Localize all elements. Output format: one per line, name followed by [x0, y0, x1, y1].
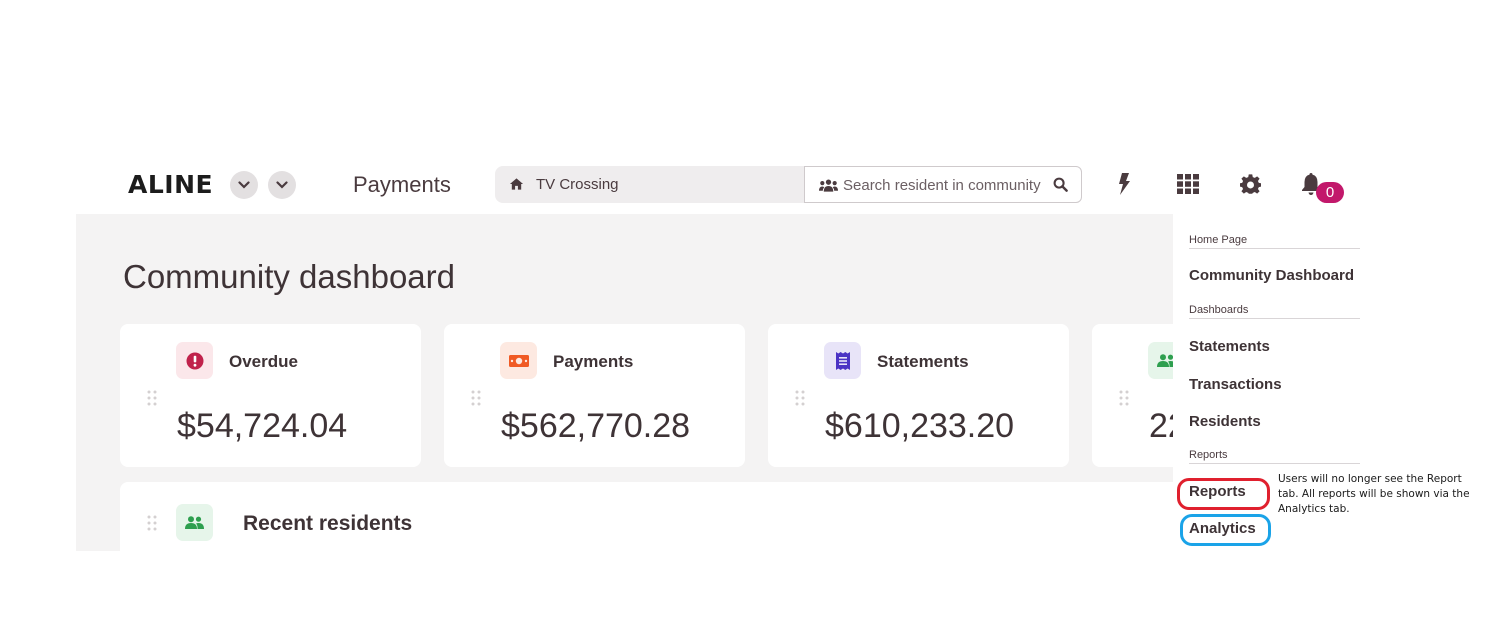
statements-card[interactable]: Statements $610,233.20	[768, 324, 1069, 467]
resident-search-input[interactable]: Search resident in community	[804, 166, 1082, 203]
collapse-chevron-button[interactable]	[230, 171, 258, 199]
home-icon	[509, 178, 524, 190]
users-icon	[185, 516, 204, 529]
residents-value: 22	[1149, 407, 1176, 445]
recent-residents-icon-box	[176, 504, 213, 541]
app-logo: ALINE	[128, 170, 214, 199]
page-title: Payments	[353, 172, 451, 197]
gear-icon[interactable]	[1240, 174, 1261, 195]
payments-value: $562,770.28	[501, 407, 691, 445]
menu-item-residents[interactable]: Residents	[1189, 413, 1261, 430]
menu-section-dashboards: Dashboards	[1189, 304, 1249, 316]
money-bill-icon	[508, 354, 529, 367]
reports-highlight-ring	[1177, 478, 1270, 510]
search-placeholder: Search resident in community	[843, 177, 1041, 194]
drag-handle-icon[interactable]	[1119, 390, 1129, 406]
drag-handle-icon[interactable]	[147, 390, 157, 406]
lightning-icon[interactable]	[1117, 173, 1131, 195]
payments-card[interactable]: Payments $562,770.28	[444, 324, 745, 467]
drag-handle-icon[interactable]	[795, 390, 805, 406]
community-select-value: TV Crossing	[536, 176, 619, 193]
analytics-highlight-ring	[1180, 514, 1271, 546]
receipt-icon	[835, 351, 850, 370]
exclamation-circle-icon	[186, 352, 203, 369]
menu-divider	[1189, 318, 1360, 319]
dashboard-title: Community dashboard	[123, 258, 455, 295]
menu-item-community-dashboard[interactable]: Community Dashboard	[1189, 267, 1354, 284]
recent-residents-title: Recent residents	[243, 512, 413, 535]
users-icon	[819, 179, 838, 192]
payments-label: Payments	[553, 352, 634, 371]
menu-divider	[1189, 463, 1360, 464]
drag-handle-icon[interactable]	[471, 390, 481, 406]
menu-divider	[1189, 248, 1360, 249]
apps-grid-icon[interactable]	[1177, 174, 1199, 194]
overdue-icon-box	[176, 342, 213, 379]
residents-card[interactable]: 22	[1092, 324, 1176, 467]
overdue-value: $54,724.04	[177, 407, 348, 445]
menu-item-statements[interactable]: Statements	[1189, 338, 1270, 355]
top-header: ALINE Payments TV Crossing Search reside…	[76, 160, 1376, 214]
menu-item-transactions[interactable]: Transactions	[1189, 376, 1282, 393]
annotation-note: Users will no longer see the Report tab.…	[1278, 473, 1470, 515]
menu-section-home-page: Home Page	[1189, 234, 1248, 246]
payments-icon-box	[500, 342, 537, 379]
search-icon[interactable]	[1053, 177, 1068, 192]
statements-icon-box	[824, 342, 861, 379]
residents-icon-box	[1148, 342, 1176, 379]
drag-handle-icon[interactable]	[147, 515, 157, 531]
overdue-card[interactable]: Overdue $54,724.04	[120, 324, 421, 467]
overdue-label: Overdue	[229, 352, 298, 371]
app-switch-chevron-button[interactable]	[268, 171, 296, 199]
statements-value: $610,233.20	[825, 407, 1015, 445]
recent-residents-panel: Recent residents	[120, 482, 1176, 551]
chevron-down-icon	[276, 181, 288, 189]
notification-count-badge: 0	[1316, 182, 1344, 203]
menu-section-reports: Reports	[1189, 449, 1228, 461]
dashboard-content: Community dashboard Overdue $54,724.04 P…	[76, 214, 1176, 551]
chevron-down-icon	[238, 181, 250, 189]
statements-label: Statements	[877, 352, 969, 371]
